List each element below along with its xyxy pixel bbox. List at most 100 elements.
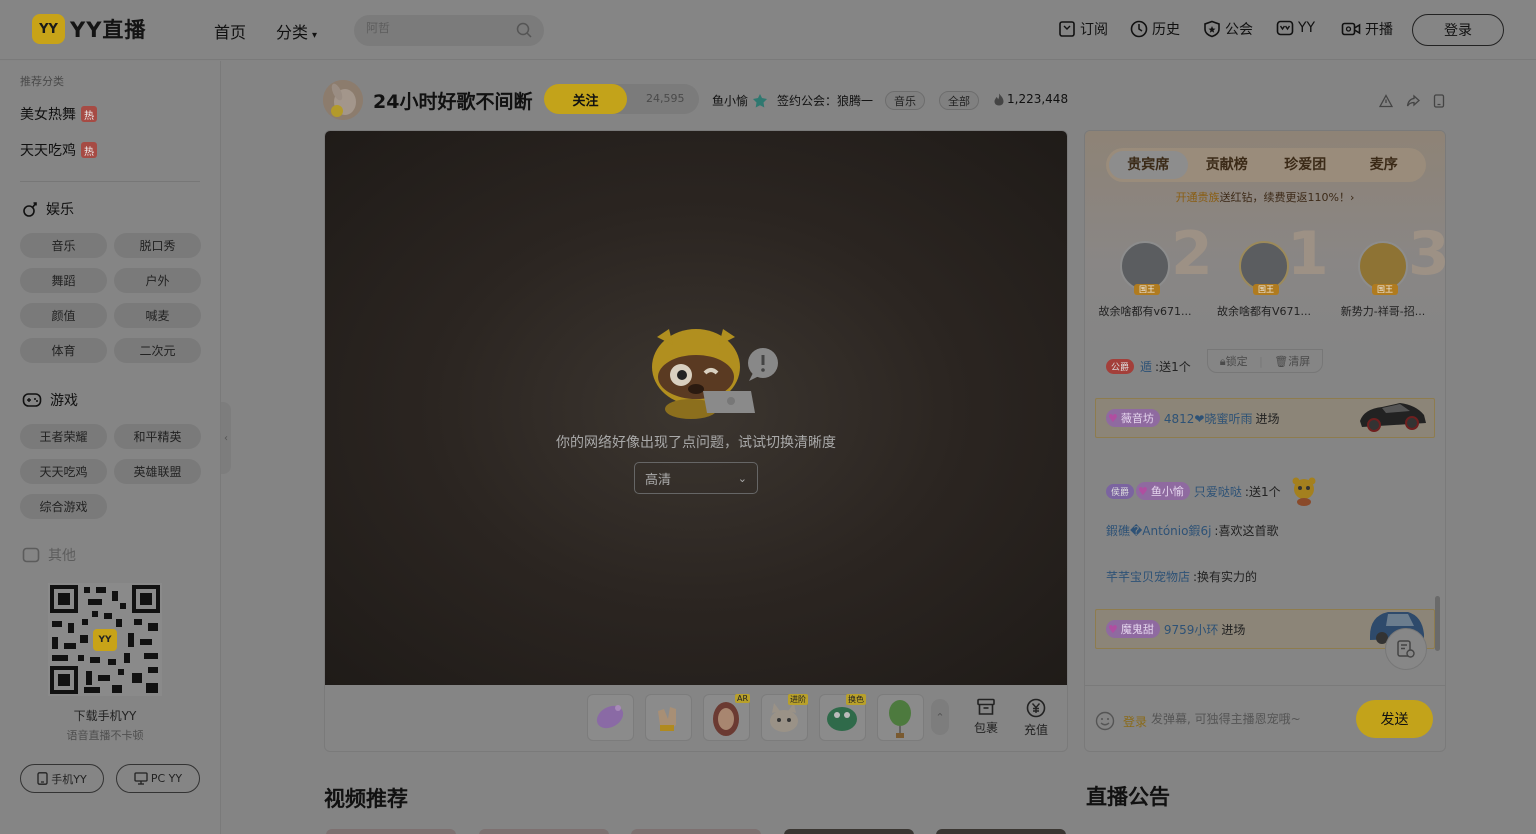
guild-info[interactable]: 签约公会：狼腾一 [777, 92, 873, 109]
entry-notice: ♥ 薇音坊 4812❤晓蜜听雨 进场 [1095, 398, 1435, 438]
lock-button[interactable]: 🔒︎锁定 [1220, 353, 1248, 369]
chat-text: :送1个 [1155, 360, 1191, 374]
gift-expand-button[interactable]: ⌃ [931, 699, 949, 735]
dragon-gift[interactable]: 换色 [819, 694, 866, 741]
sidebar: 推荐分类 美女热舞热 天天吃鸡热 娱乐 音乐 脱口秀 舞蹈 户外 颜值 喊麦 体… [0, 61, 221, 834]
chat-username[interactable]: 4812❤晓蜜听雨 [1164, 410, 1253, 427]
tab-contribution[interactable]: 贡献榜 [1188, 151, 1267, 179]
emoji-icon[interactable] [1095, 711, 1115, 731]
mobile-view-icon[interactable] [1433, 94, 1445, 108]
gift-tag: 进阶 [788, 694, 808, 705]
nav-category[interactable]: 分类 ▾ [276, 19, 317, 43]
tab-mic-queue[interactable]: 麦序 [1345, 151, 1424, 179]
vip-name: 故余啥都有V671... [1216, 305, 1311, 318]
chat-username[interactable]: 遁 [1140, 358, 1152, 375]
tag-dance[interactable]: 舞蹈 [20, 268, 107, 293]
vip-seat[interactable]: 国王 故余啥都有V671... [1209, 241, 1319, 319]
sidebar-collapse-toggle[interactable]: ‹ [221, 402, 231, 474]
fan-badge: ♥ 鱼小愉 [1136, 482, 1190, 500]
sidebar-item-label: 美女热舞 [20, 107, 76, 123]
package-button[interactable]: 包裹 [966, 698, 1006, 736]
warning-icon[interactable] [1379, 94, 1393, 108]
entry-text: 进场 [1221, 622, 1246, 637]
tag-music[interactable]: 音乐 [20, 233, 107, 258]
anchor-name[interactable]: 鱼小愉 [712, 92, 768, 109]
heart-icon: ♥ [1108, 622, 1118, 636]
download-subtitle: 语音直播不卡顿 [66, 729, 144, 742]
chat-input[interactable] [1151, 708, 1351, 730]
video-thumbnail[interactable] [936, 829, 1066, 834]
raccoon-mascot-icon [652, 329, 778, 419]
search-box [354, 15, 544, 46]
search-input[interactable] [366, 21, 506, 35]
recharge-button[interactable]: 充值 [1016, 698, 1056, 738]
pc-yy-button[interactable]: PC YY [116, 764, 200, 793]
follow-button[interactable]: 关注 [544, 84, 627, 114]
clear-button[interactable]: 🗑︎清屏 [1274, 353, 1310, 369]
gift-tag: 换色 [846, 694, 866, 705]
cat-gift[interactable]: 进阶 [761, 694, 808, 741]
follow-group: 关注 24,595 [544, 84, 699, 114]
fan-badge-name: 鱼小愉 [1150, 485, 1184, 498]
chat-username[interactable]: 鍜礁�António鍜6j [1106, 522, 1211, 539]
ar-girl-gift[interactable]: AR [703, 694, 750, 741]
chat-settings-button[interactable] [1385, 628, 1427, 670]
chat-scrollbar[interactable] [1435, 596, 1440, 651]
subscribe-link[interactable]: 订阅 [1058, 19, 1108, 39]
video-recommend-title: 视频推荐 [324, 787, 408, 811]
clock-icon [1130, 20, 1148, 38]
login-button[interactable]: 登录 [1412, 14, 1504, 46]
nav-home[interactable]: 首页 [214, 19, 246, 43]
video-thumbnail[interactable] [631, 829, 761, 834]
fan-badge-name: 魔鬼甜 [1120, 623, 1154, 636]
tag-outdoor[interactable]: 户外 [114, 268, 201, 293]
anchor-name-text: 鱼小愉 [712, 94, 749, 108]
share-icon[interactable] [1406, 94, 1420, 108]
noble-promo[interactable]: 开通贵族送红钻，续费更返110%！› [1085, 189, 1445, 205]
streamer-avatar[interactable] [323, 80, 363, 120]
sidebar-item-hot-dance[interactable]: 美女热舞热 [20, 104, 97, 124]
tag-sports[interactable]: 体育 [20, 338, 107, 363]
send-button[interactable]: 发送 [1356, 700, 1433, 738]
balloon-gift[interactable] [877, 694, 924, 741]
chat-username[interactable]: 只爱哒哒 [1194, 483, 1242, 500]
mobile-yy-button[interactable]: 手机YY [20, 764, 104, 793]
yy-link[interactable]: YY [1276, 19, 1315, 37]
guild-link[interactable]: 公会 [1203, 19, 1253, 39]
tag-talkshow[interactable]: 脱口秀 [114, 233, 201, 258]
clap-gift[interactable] [645, 694, 692, 741]
chat-username[interactable]: 芊芊宝贝宠物店 [1106, 568, 1190, 585]
logo[interactable]: YY YY直播 [32, 14, 146, 44]
sidebar-item-pubg[interactable]: 天天吃鸡热 [20, 140, 97, 160]
tag-honor-of-kings[interactable]: 王者荣耀 [20, 424, 107, 449]
chat-login-link[interactable]: 登录 [1123, 713, 1147, 730]
announcement-title: 直播公告 [1086, 785, 1170, 809]
bubble-gift[interactable] [587, 694, 634, 741]
video-thumbnail[interactable] [479, 829, 609, 834]
room-tag-music[interactable]: 音乐 [885, 91, 925, 110]
video-thumbnail[interactable] [326, 829, 456, 834]
vip-seat[interactable]: 国王 新势力-祥哥-招... [1328, 241, 1438, 319]
tag-pubg[interactable]: 天天吃鸡 [20, 459, 107, 484]
tag-shout[interactable]: 喊麦 [114, 303, 201, 328]
chat-username[interactable]: 9759小环 [1164, 621, 1219, 638]
tab-fan-club[interactable]: 珍爱团 [1266, 151, 1345, 179]
tab-vip-seats[interactable]: 贵宾席 [1109, 151, 1188, 179]
chat-controls: 🔒︎锁定 | 🗑︎清屏 [1207, 349, 1323, 373]
mic-icon [23, 202, 37, 217]
quality-select[interactable]: 高清 ⌄ [634, 462, 758, 494]
divider: | [1259, 354, 1263, 368]
tag-looks[interactable]: 颜值 [20, 303, 107, 328]
monitor-icon [134, 772, 148, 785]
tag-general-games[interactable]: 综合游戏 [20, 494, 107, 519]
go-live-link[interactable]: 开播 [1341, 19, 1393, 39]
tag-peace-elite[interactable]: 和平精英 [114, 424, 201, 449]
vip-seat[interactable]: 国王 故余啥都有v671... [1090, 241, 1200, 319]
room-tag-all[interactable]: 全部 [939, 91, 979, 110]
video-thumbnail[interactable] [784, 829, 914, 834]
tag-lol[interactable]: 英雄联盟 [114, 459, 201, 484]
history-link[interactable]: 历史 [1130, 19, 1180, 39]
video-area[interactable]: 你的网络好像出现了点问题，试试切换清晰度 高清 ⌄ [325, 131, 1067, 685]
search-icon[interactable] [516, 22, 532, 38]
tag-acg[interactable]: 二次元 [114, 338, 201, 363]
